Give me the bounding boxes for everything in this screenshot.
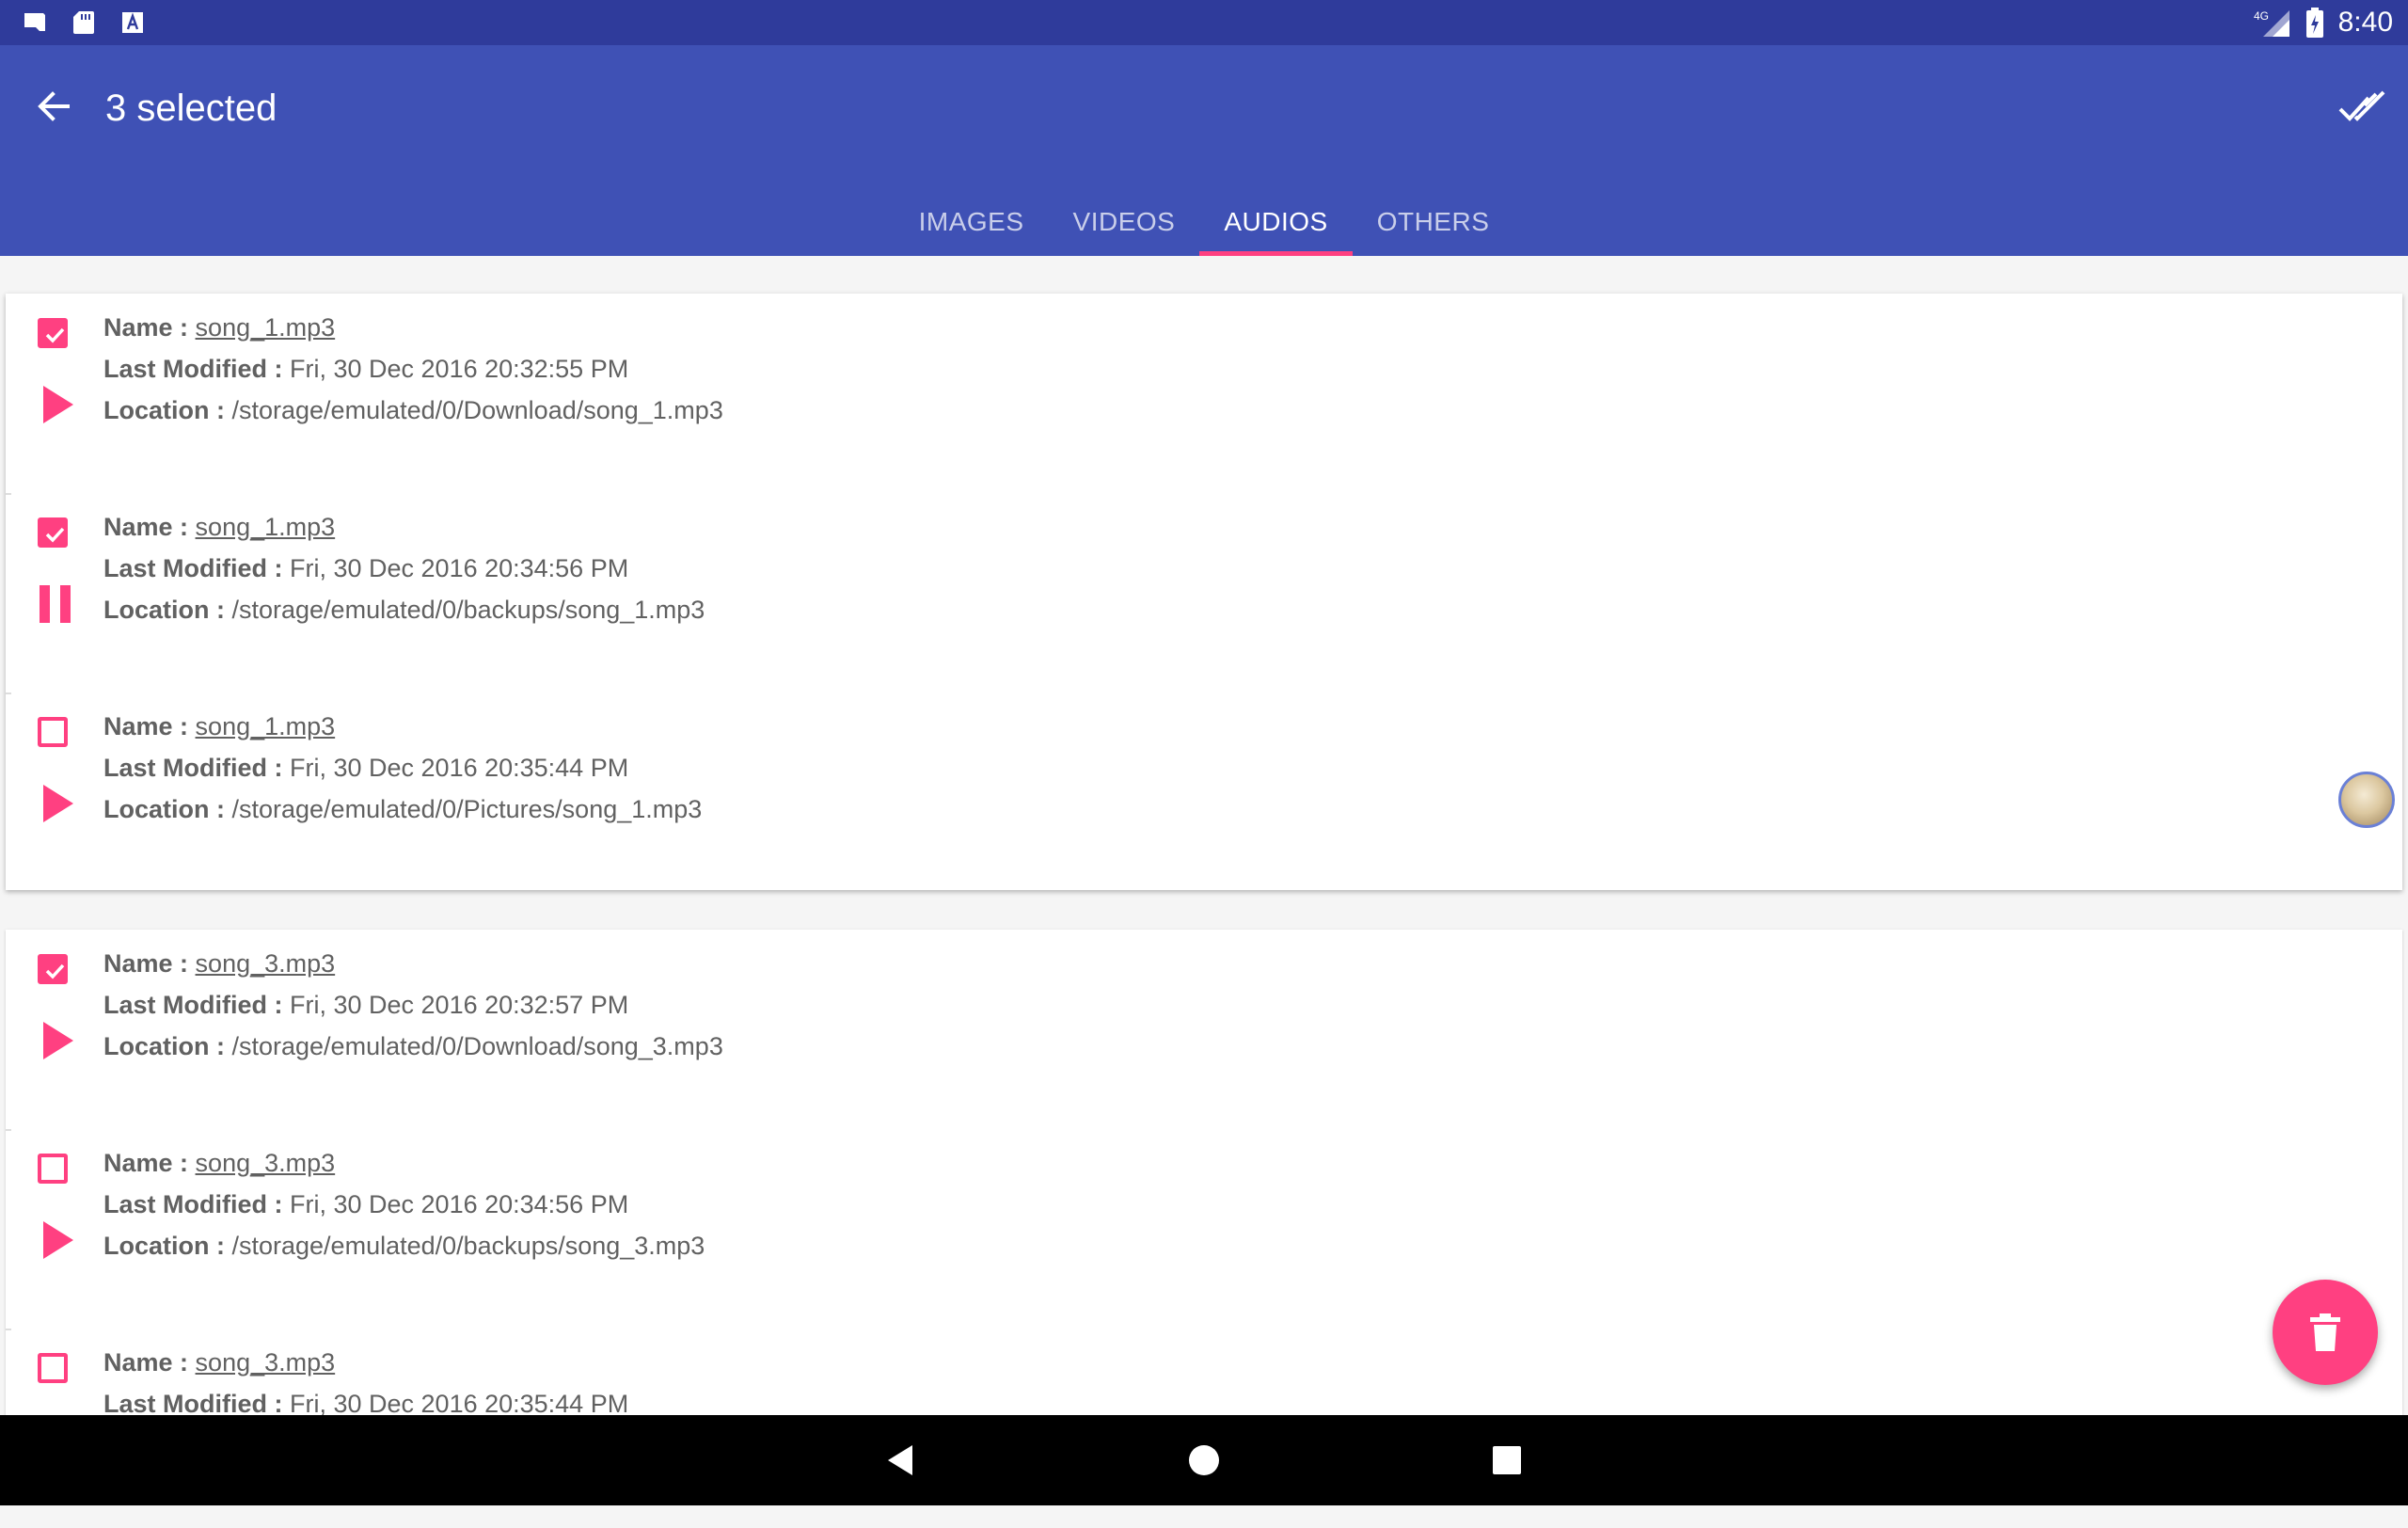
play-icon[interactable] xyxy=(34,1016,79,1065)
list-item[interactable]: Name : song_1.mp3 Last Modified : Fri, 3… xyxy=(6,493,2402,692)
arrow-back-icon[interactable] xyxy=(30,83,77,130)
double-check-icon[interactable] xyxy=(2337,83,2389,130)
last-modified-value: Fri, 30 Dec 2016 20:32:55 PM xyxy=(290,355,629,383)
file-name[interactable]: song_3.mp3 xyxy=(196,949,336,978)
file-details: Name : song_1.mp3 Last Modified : Fri, 3… xyxy=(103,307,723,431)
play-icon[interactable] xyxy=(34,380,79,429)
delete-icon xyxy=(2310,1313,2340,1351)
tab-videos[interactable]: VIDEOS xyxy=(1049,188,1200,256)
last-modified-label: Last Modified : xyxy=(103,1390,290,1418)
location-value: /storage/emulated/0/Download/song_3.mp3 xyxy=(231,1032,723,1060)
item-checkbox[interactable] xyxy=(38,954,68,984)
battery-icon xyxy=(2305,8,2323,38)
file-details: Name : song_1.mp3 Last Modified : Fri, 3… xyxy=(103,706,702,830)
item-checkbox[interactable] xyxy=(38,717,68,747)
file-name[interactable]: song_3.mp3 xyxy=(196,1348,336,1377)
location-label: Location : xyxy=(103,396,232,424)
home-circle-icon[interactable] xyxy=(1185,1441,1223,1479)
file-name[interactable]: song_1.mp3 xyxy=(196,313,336,342)
list-item[interactable]: Name : song_1.mp3 Last Modified : Fri, 3… xyxy=(6,294,2402,493)
status-right: 4G 8:40 xyxy=(2254,0,2393,45)
checkmark-icon xyxy=(45,327,65,343)
file-details: Name : song_1.mp3 Last Modified : Fri, 3… xyxy=(103,506,705,630)
list-item[interactable]: Name : song_1.mp3 Last Modified : Fri, 3… xyxy=(6,692,2402,892)
item-checkbox[interactable] xyxy=(38,517,68,548)
location-label: Location : xyxy=(103,795,232,823)
location-value: /storage/emulated/0/Pictures/song_1.mp3 xyxy=(231,795,703,823)
name-label: Name : xyxy=(103,313,196,342)
last-modified-label: Last Modified : xyxy=(103,1190,290,1218)
item-checkbox[interactable] xyxy=(38,1154,68,1184)
list-item[interactable]: Name : song_3.mp3 Last Modified : Fri, 3… xyxy=(6,930,2402,1129)
signal-4g-icon: 4G xyxy=(2254,9,2289,37)
network-label: 4G xyxy=(2254,9,2269,23)
file-details: Name : song_3.mp3 Last Modified : Fri, 3… xyxy=(103,1142,705,1266)
last-modified-label: Last Modified : xyxy=(103,991,290,1019)
recents-square-icon[interactable] xyxy=(1488,1441,1526,1479)
notification-icon xyxy=(24,13,45,31)
play-icon[interactable] xyxy=(34,1216,79,1265)
status-left-icons xyxy=(21,8,147,37)
name-label: Name : xyxy=(103,712,196,740)
app-bar: 3 selected IMAGES VIDEOS AUDIOS OTHERS xyxy=(0,45,2408,256)
tab-bar: IMAGES VIDEOS AUDIOS OTHERS xyxy=(0,188,2408,256)
last-modified-value: Fri, 30 Dec 2016 20:34:56 PM xyxy=(290,1190,629,1218)
last-modified-value: Fri, 30 Dec 2016 20:35:44 PM xyxy=(290,754,629,782)
navigation-bar xyxy=(0,1415,2408,1505)
play-icon[interactable] xyxy=(34,779,79,828)
tab-others[interactable]: OTHERS xyxy=(1353,188,1514,256)
status-bar: 4G 8:40 xyxy=(0,0,2408,45)
clock: 8:40 xyxy=(2337,7,2393,38)
file-name[interactable]: song_1.mp3 xyxy=(196,712,336,740)
name-label: Name : xyxy=(103,1348,196,1377)
name-label: Name : xyxy=(103,1149,196,1177)
location-value: /storage/emulated/0/backups/song_1.mp3 xyxy=(231,596,705,624)
list-item[interactable]: Name : song_3.mp3 Last Modified : Fri, 3… xyxy=(6,1129,2402,1329)
last-modified-label: Last Modified : xyxy=(103,754,290,782)
last-modified-value: Fri, 30 Dec 2016 20:35:44 PM xyxy=(290,1390,629,1418)
item-checkbox[interactable] xyxy=(38,1353,68,1383)
last-modified-label: Last Modified : xyxy=(103,355,290,383)
last-modified-value: Fri, 30 Dec 2016 20:32:57 PM xyxy=(290,991,629,1019)
location-value: /storage/emulated/0/backups/song_3.mp3 xyxy=(231,1232,705,1260)
location-label: Location : xyxy=(103,1232,232,1260)
tab-images[interactable]: IMAGES xyxy=(895,188,1049,256)
tab-audios[interactable]: AUDIOS xyxy=(1199,188,1354,256)
file-name[interactable]: song_1.mp3 xyxy=(196,513,336,541)
sd-card-icon xyxy=(73,11,94,34)
location-label: Location : xyxy=(103,1032,232,1060)
checkmark-icon xyxy=(45,963,65,979)
location-label: Location : xyxy=(103,596,232,624)
floating-avatar[interactable] xyxy=(2338,772,2395,828)
item-checkbox[interactable] xyxy=(38,318,68,348)
file-details: Name : song_3.mp3 Last Modified : Fri, 3… xyxy=(103,943,723,1067)
pause-icon[interactable] xyxy=(34,580,79,629)
location-value: /storage/emulated/0/Download/song_1.mp3 xyxy=(231,396,723,424)
file-group-song-3: Name : song_3.mp3 Last Modified : Fri, 3… xyxy=(6,930,2402,1419)
file-group-song-1: Name : song_1.mp3 Last Modified : Fri, 3… xyxy=(6,294,2402,890)
file-name[interactable]: song_3.mp3 xyxy=(196,1149,336,1177)
last-modified-label: Last Modified : xyxy=(103,554,290,582)
delete-button[interactable] xyxy=(2273,1280,2378,1385)
page-title: 3 selected xyxy=(105,88,277,129)
text-icon xyxy=(122,12,143,33)
name-label: Name : xyxy=(103,949,196,978)
last-modified-value: Fri, 30 Dec 2016 20:34:56 PM xyxy=(290,554,629,582)
back-triangle-icon[interactable] xyxy=(882,1441,920,1479)
name-label: Name : xyxy=(103,513,196,541)
file-details: Name : song_3.mp3 Last Modified : Fri, 3… xyxy=(103,1342,628,1425)
checkmark-icon xyxy=(45,527,65,543)
